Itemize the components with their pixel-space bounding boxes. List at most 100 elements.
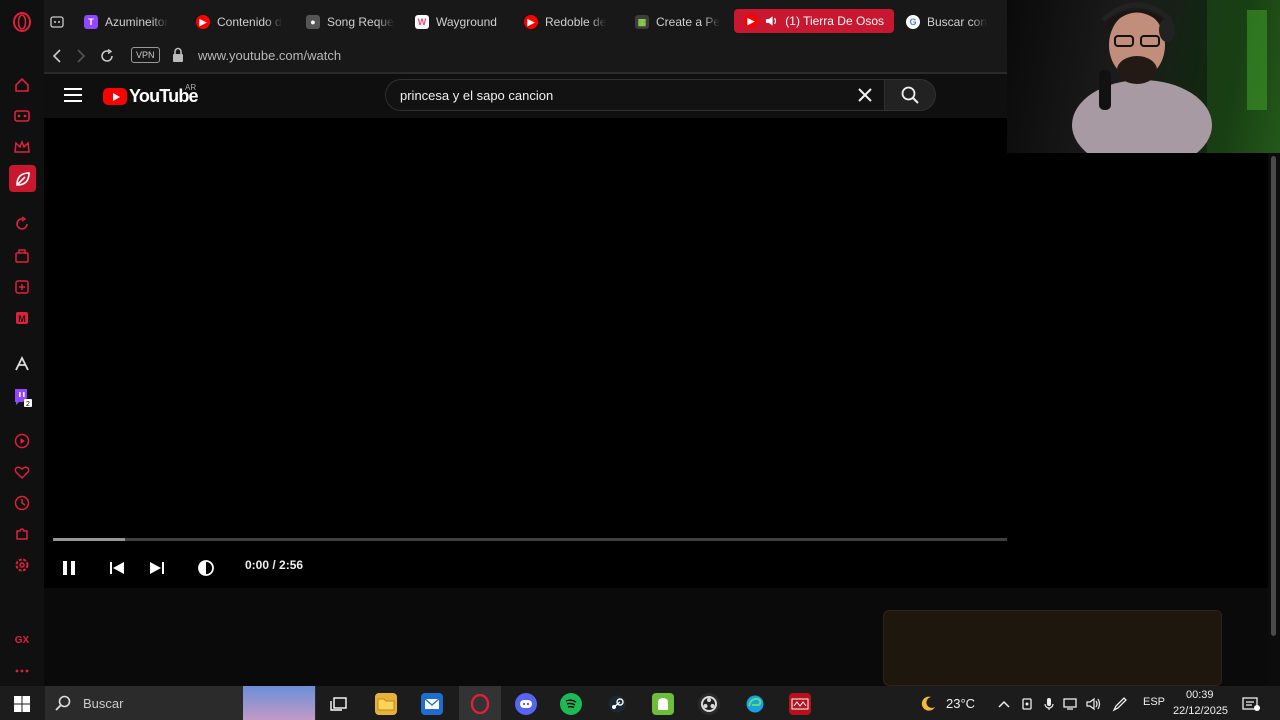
file-explorer-icon[interactable] bbox=[375, 693, 397, 715]
scrollbar[interactable] bbox=[1268, 150, 1280, 686]
tv-icon[interactable] bbox=[11, 105, 33, 127]
more-icon[interactable] bbox=[11, 660, 33, 682]
reload-button[interactable] bbox=[97, 46, 117, 66]
search-button[interactable] bbox=[884, 79, 936, 111]
recommendation-card[interactable] bbox=[883, 610, 1222, 686]
youtube-logo[interactable]: YouTube bbox=[103, 86, 199, 107]
twitch-icon[interactable]: 2 bbox=[11, 386, 33, 408]
pen-tray-icon[interactable] bbox=[1109, 693, 1131, 715]
clock-icon[interactable] bbox=[11, 492, 33, 514]
speaker-icon[interactable] bbox=[1083, 693, 1105, 715]
obs-icon[interactable] bbox=[698, 693, 720, 715]
tab-label: (1) Tierra De Osos bbox=[785, 14, 884, 28]
clock-date[interactable]: 22/12/2025 bbox=[1173, 705, 1228, 717]
mail-icon[interactable]: M bbox=[11, 307, 33, 329]
workspace-icon[interactable] bbox=[50, 9, 70, 35]
grid-icon: ▦ bbox=[635, 15, 649, 29]
bot-icon: ● bbox=[306, 15, 320, 29]
controller-icon[interactable] bbox=[11, 276, 33, 298]
microphone-icon[interactable] bbox=[1038, 693, 1060, 715]
pause-button[interactable] bbox=[56, 555, 82, 581]
youtube-icon: ▶ bbox=[744, 14, 758, 28]
heart-icon[interactable] bbox=[11, 461, 33, 483]
tab-wayground[interactable]: W Wayground bbox=[415, 9, 515, 35]
menu-icon[interactable] bbox=[64, 88, 82, 102]
tab-tierra-de-osos[interactable]: ▶ (1) Tierra De Osos bbox=[734, 9, 894, 33]
tab-label: Contenido d bbox=[217, 15, 282, 29]
task-view-icon[interactable] bbox=[327, 693, 349, 715]
url-field[interactable]: www.youtube.com/watch bbox=[198, 48, 341, 63]
outlook-icon[interactable] bbox=[421, 693, 443, 715]
chevron-up-icon[interactable] bbox=[993, 693, 1015, 715]
network-icon[interactable] bbox=[1060, 693, 1082, 715]
clock-time[interactable]: 00:39 bbox=[1186, 689, 1214, 701]
opera-icon[interactable] bbox=[11, 11, 33, 33]
scrollbar-thumb[interactable] bbox=[1271, 156, 1276, 636]
puzzle-icon[interactable] bbox=[11, 523, 33, 545]
tab-redoble[interactable]: ▶ Redoble de bbox=[524, 9, 624, 35]
webcam-overlay bbox=[1007, 0, 1280, 153]
refresh-icon[interactable] bbox=[11, 213, 33, 235]
youtube-header: YouTube AR princesa y el sapo cancion bbox=[44, 74, 1007, 118]
previous-button[interactable] bbox=[104, 555, 130, 581]
moon-weather-icon[interactable] bbox=[917, 693, 939, 715]
back-button[interactable] bbox=[47, 46, 67, 66]
youtube-icon: ▶ bbox=[524, 15, 538, 29]
forward-button[interactable] bbox=[71, 46, 91, 66]
steam-icon[interactable] bbox=[606, 693, 628, 715]
tab-buscar-con[interactable]: G Buscar con bbox=[906, 9, 1006, 35]
next-button[interactable] bbox=[144, 555, 170, 581]
right-panel bbox=[1007, 153, 1268, 588]
windows-start-icon[interactable] bbox=[11, 693, 33, 715]
vpn-badge[interactable]: VPN bbox=[131, 47, 160, 63]
speaker-icon[interactable] bbox=[765, 15, 778, 27]
clear-search-icon[interactable] bbox=[856, 86, 874, 104]
edge-icon[interactable] bbox=[744, 693, 766, 715]
twitch-badge: 2 bbox=[26, 401, 30, 407]
leaf-icon[interactable] bbox=[9, 165, 36, 192]
search-query: princesa y el sapo cancion bbox=[400, 88, 554, 103]
tab-label: Redoble de bbox=[545, 15, 607, 29]
taskbar-search[interactable]: Buscar bbox=[45, 686, 316, 720]
google-icon: G bbox=[906, 15, 920, 29]
browser-sidebar: M 2 GX bbox=[0, 0, 44, 686]
search-highlight-image bbox=[243, 686, 315, 720]
play-circle-icon[interactable] bbox=[11, 430, 33, 452]
voicemeeter-icon[interactable] bbox=[789, 693, 811, 715]
search-input[interactable]: princesa y el sapo cancion bbox=[385, 79, 885, 111]
opera-gx-taskbar-icon[interactable] bbox=[469, 693, 491, 715]
search-icon bbox=[901, 86, 919, 104]
device-icon[interactable] bbox=[1016, 693, 1038, 715]
taskbar-search-placeholder: Buscar bbox=[83, 696, 124, 711]
android-icon[interactable] bbox=[652, 693, 674, 715]
tab-contenido[interactable]: ▶ Contenido d bbox=[196, 9, 296, 35]
tab-label: Azumineitor bbox=[105, 15, 169, 29]
volume-button[interactable] bbox=[193, 555, 219, 581]
volume-icon bbox=[198, 560, 214, 576]
lock-icon[interactable] bbox=[172, 47, 184, 63]
tab-bar: T Azumineitor ▶ Contenido d ● Song Reque… bbox=[44, 0, 1007, 40]
progress-buffered bbox=[53, 538, 126, 541]
crown-icon[interactable] bbox=[11, 136, 33, 158]
search-icon bbox=[55, 695, 71, 711]
wayground-icon: W bbox=[415, 15, 429, 29]
time-display: 0:00 / 2:56 bbox=[245, 558, 304, 572]
home-icon[interactable] bbox=[11, 74, 33, 96]
notifications-icon[interactable] bbox=[1240, 693, 1262, 715]
tab-create-a-pe[interactable]: ▦ Create a Pe bbox=[635, 9, 733, 35]
tab-azumineitor[interactable]: T Azumineitor bbox=[84, 9, 176, 35]
settings-icon[interactable] bbox=[11, 554, 33, 576]
pause-icon bbox=[63, 561, 75, 575]
youtube-play-icon bbox=[103, 88, 127, 105]
streamer-image bbox=[1072, 0, 1280, 153]
twitch-icon: T bbox=[84, 15, 98, 29]
tab-label: Song Reque bbox=[327, 15, 394, 29]
pen-icon[interactable] bbox=[11, 353, 33, 375]
input-language[interactable]: ESP bbox=[1143, 696, 1165, 708]
game-icon[interactable] bbox=[11, 245, 33, 267]
gx-icon[interactable]: GX bbox=[11, 629, 33, 651]
tab-song-requests[interactable]: ● Song Reque bbox=[306, 9, 406, 35]
weather-temperature[interactable]: 23°C bbox=[946, 696, 975, 711]
spotify-icon[interactable] bbox=[560, 693, 582, 715]
discord-icon[interactable] bbox=[515, 693, 537, 715]
